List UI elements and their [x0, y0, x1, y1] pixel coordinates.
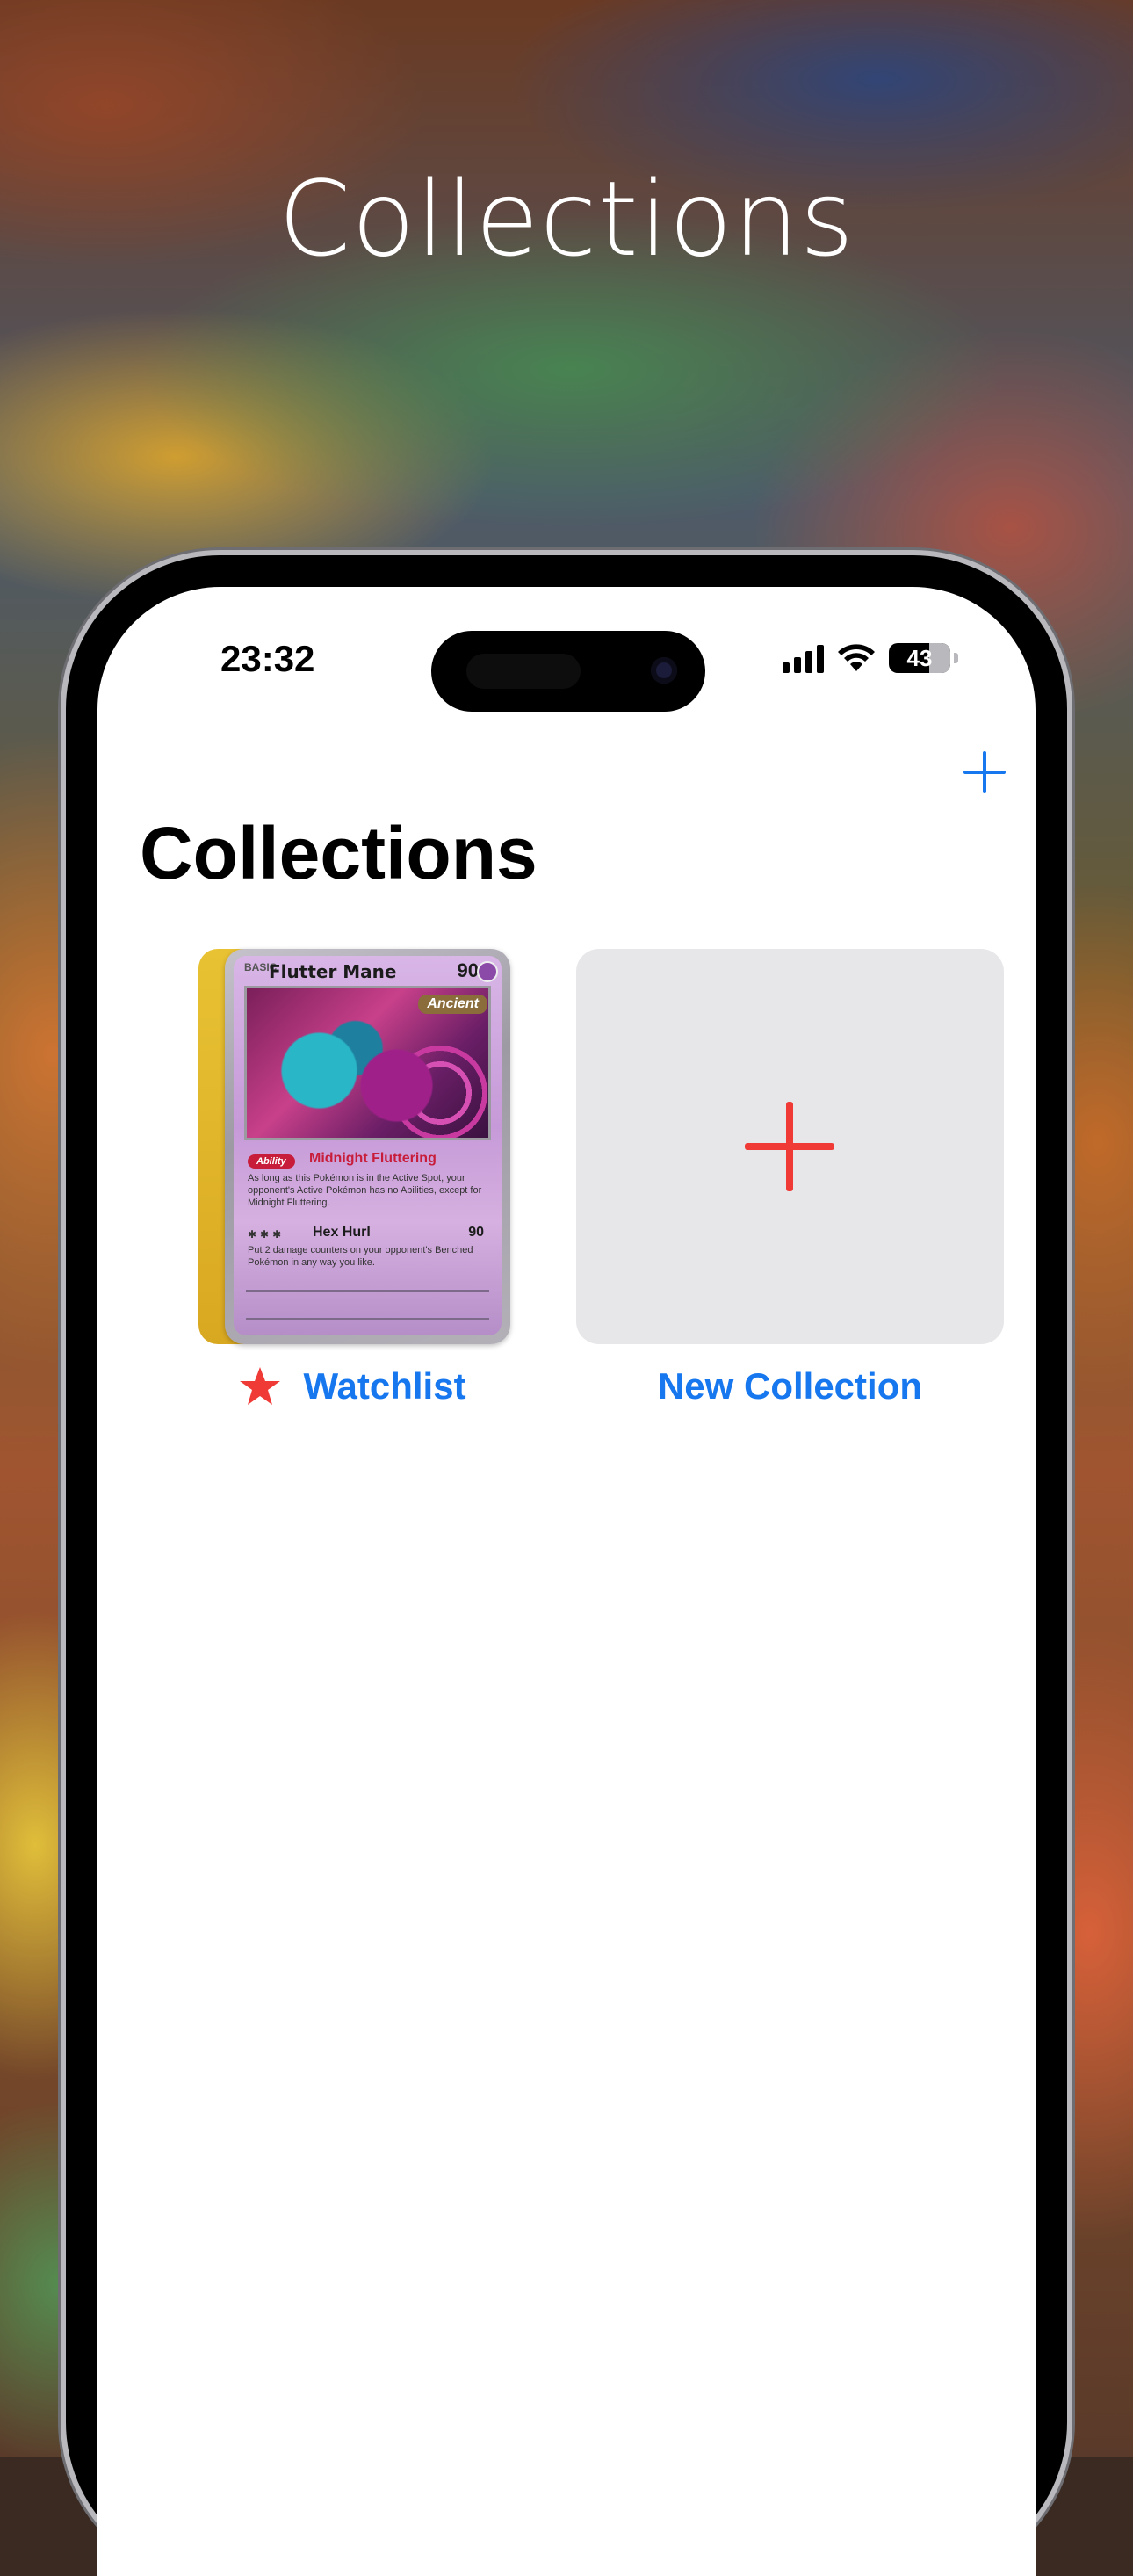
app-screen: 23:32 43 Collections BASIC Flutter Mane … [97, 587, 1036, 2576]
hero-title: Collections [278, 158, 855, 279]
battery-icon: 43 [889, 643, 950, 673]
camera-icon [651, 657, 677, 684]
status-time: 23:32 [220, 638, 315, 679]
collection-tile-watchlist[interactable]: BASIC Flutter Mane 90 Ancient Ability Mi… [198, 949, 510, 1344]
psychic-type-icon [477, 961, 498, 982]
sensor-icon [466, 654, 581, 689]
watchlist-label[interactable]: Watchlist [185, 1360, 519, 1413]
energy-cost-icon: ✱✱✱ [248, 1228, 285, 1241]
cover-card-image: BASIC Flutter Mane 90 Ancient Ability Mi… [225, 949, 510, 1344]
card-attack-text: Put 2 damage counters on your opponent's… [248, 1245, 473, 1268]
status-icons: 43 [783, 643, 958, 673]
card-ability-name: Midnight Fluttering [309, 1151, 437, 1166]
status-bar: 23:32 43 [97, 631, 1036, 712]
dynamic-island [431, 631, 705, 712]
battery-level: 43 [906, 644, 933, 671]
wifi-icon [838, 644, 875, 671]
new-collection-label[interactable]: New Collection [576, 1360, 1004, 1413]
card-attack-name: Hex Hurl [313, 1225, 371, 1240]
battery-tip [954, 653, 958, 663]
card-hp: 90 [457, 959, 479, 981]
watchlist-label-text: Watchlist [303, 1365, 466, 1407]
card-ability-text: As long as this Pokémon is in the Active… [248, 1173, 482, 1208]
card-divider [246, 1318, 489, 1320]
plus-icon [745, 1102, 834, 1191]
card-attack-damage: 90 [468, 1225, 484, 1240]
cellular-signal-icon [783, 643, 824, 673]
new-collection-tile[interactable] [576, 949, 1004, 1344]
page-title: Collections [140, 812, 538, 894]
phone-frame: 23:32 43 Collections BASIC Flutter Mane … [66, 555, 1067, 2576]
card-ability-label: Ability [248, 1154, 295, 1169]
card-divider [246, 1290, 489, 1292]
star-icon [240, 1367, 281, 1405]
add-collection-button[interactable] [962, 749, 1007, 795]
card-name: Flutter Mane [269, 961, 397, 982]
card-ancient-tag: Ancient [418, 995, 487, 1014]
card-face: BASIC Flutter Mane 90 Ancient Ability Mi… [234, 956, 502, 1335]
